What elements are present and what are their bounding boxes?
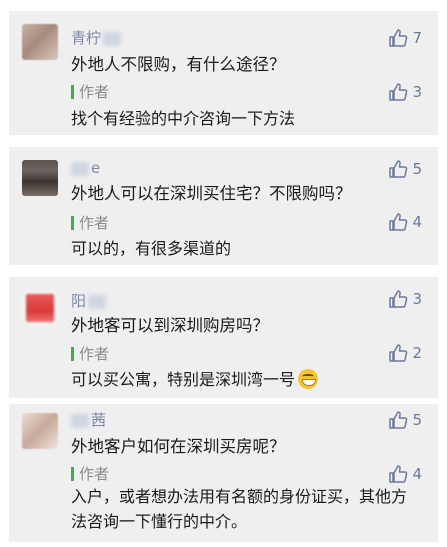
author-bar — [71, 84, 74, 99]
reply-text: 找个有经验的中介咨询一下方法 — [71, 109, 296, 128]
thumbs-up-icon — [389, 344, 408, 362]
like-count: 2 — [412, 344, 422, 362]
comment-card: 茜 5 外地客户如何在深圳买房呢？ 作者 4 入户，或者想办法用有名额的身份证买… — [9, 404, 438, 542]
thumbs-up-icon — [389, 290, 408, 308]
nickname[interactable]: 阳 — [71, 290, 107, 311]
like-button[interactable]: 5 — [388, 159, 422, 179]
avatar[interactable] — [22, 290, 58, 326]
avatar[interactable] — [22, 160, 58, 196]
blurred-name — [71, 161, 89, 176]
reply-text: 入户，或者想办法用有名额的身份证买，其他方法咨询一下懂行的中介。 — [71, 487, 408, 531]
nickname[interactable]: 青柠 — [71, 27, 122, 48]
thumbs-up-icon — [389, 83, 408, 101]
reply-like-button[interactable]: 4 — [388, 464, 422, 484]
reply-text: 可以买公寓，特别是深圳湾一号 — [71, 366, 319, 390]
nickname[interactable]: 茜 — [71, 409, 106, 430]
comment-text: 外地人不限购，有什么途径？ — [71, 55, 286, 74]
like-button[interactable]: 5 — [388, 410, 422, 430]
author-bar — [71, 346, 74, 361]
comment-text: 外地客户如何在深圳买房呢？ — [71, 437, 286, 456]
avatar[interactable] — [22, 413, 58, 449]
like-count: 4 — [412, 465, 422, 483]
blurred-name — [88, 294, 107, 309]
avatar-image — [26, 294, 54, 322]
avatar[interactable] — [22, 24, 58, 60]
author-bar — [71, 215, 74, 230]
like-count: 4 — [412, 213, 422, 231]
author-reply-label: 作者 — [71, 81, 109, 102]
comment-card: e 5 外地人可以在深圳买住宅？不限购吗？ 作者 4 可以的，有很多渠道的 — [9, 147, 438, 265]
like-button[interactable]: 3 — [388, 289, 422, 309]
like-count: 5 — [412, 411, 422, 429]
like-count: 5 — [412, 160, 422, 178]
comment-text: 外地人可以在深圳买住宅？不限购吗？ — [71, 184, 352, 203]
like-count: 3 — [412, 290, 422, 308]
reply-like-button[interactable]: 3 — [388, 82, 422, 102]
like-button[interactable]: 7 — [388, 28, 422, 48]
reply-like-button[interactable]: 2 — [388, 343, 422, 363]
like-count: 3 — [412, 83, 422, 101]
like-count: 7 — [412, 29, 422, 47]
thumbs-up-icon — [389, 213, 408, 231]
thumbs-up-icon — [389, 465, 408, 483]
thumbs-up-icon — [389, 29, 408, 47]
author-reply-label: 作者 — [71, 463, 109, 484]
thumbs-up-icon — [389, 160, 408, 178]
grinning-face-icon — [298, 369, 319, 389]
comment-text: 外地客可以到深圳购房吗？ — [71, 316, 269, 335]
reply-like-button[interactable]: 4 — [388, 212, 422, 232]
blurred-name — [71, 413, 89, 428]
comment-list: 青柠 7 外地人不限购，有什么途径？ 作者 3 找个有经验的中介咨询一下方法 e… — [0, 0, 447, 547]
author-reply-label: 作者 — [71, 212, 109, 233]
author-reply-label: 作者 — [71, 343, 109, 364]
author-bar — [71, 466, 74, 481]
nickname[interactable]: e — [71, 159, 100, 177]
blurred-name — [103, 31, 122, 46]
comment-card: 青柠 7 外地人不限购，有什么途径？ 作者 3 找个有经验的中介咨询一下方法 — [9, 11, 438, 135]
reply-text: 可以的，有很多渠道的 — [71, 239, 232, 258]
comment-card: 阳 3 外地客可以到深圳购房吗？ 作者 2 可以买公寓，特别是深圳湾一号 — [9, 277, 438, 398]
thumbs-up-icon — [389, 411, 408, 429]
